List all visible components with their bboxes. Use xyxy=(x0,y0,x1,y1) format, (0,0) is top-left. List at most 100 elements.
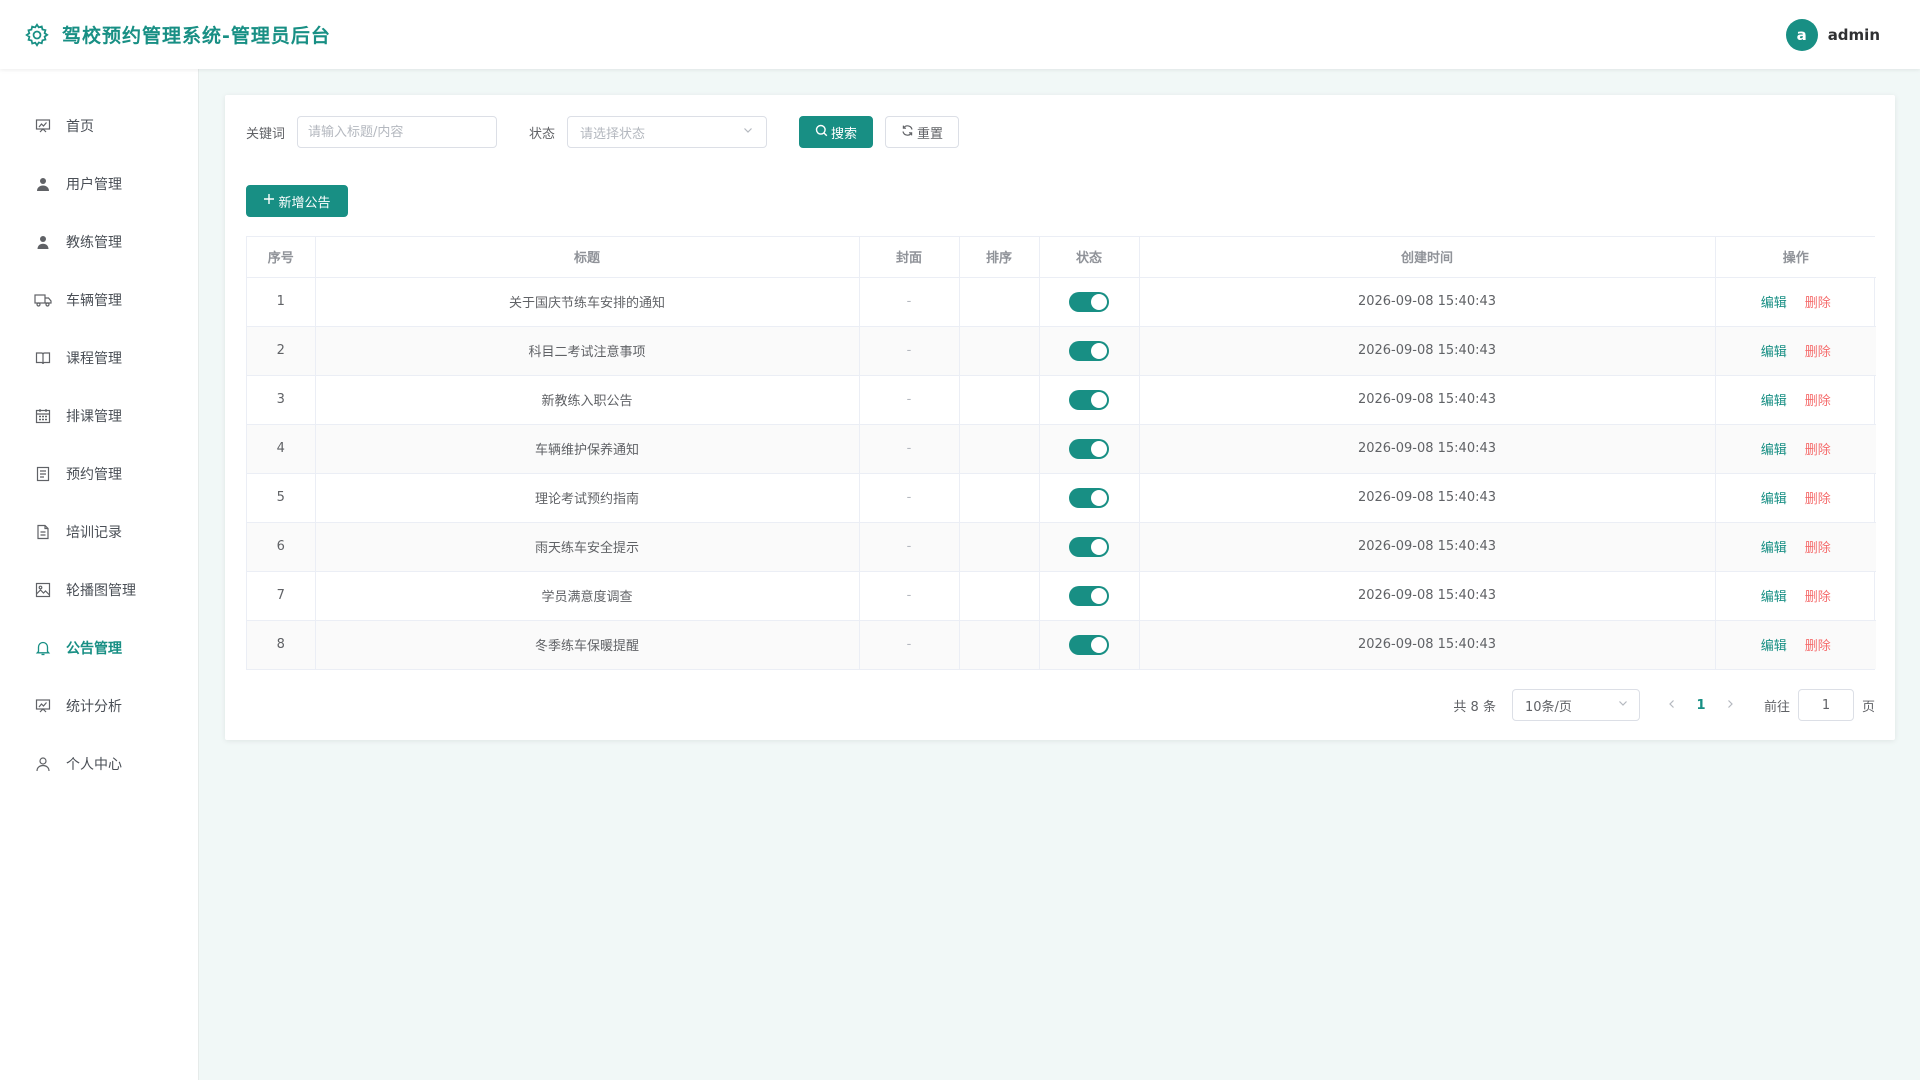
delete-link[interactable]: 删除 xyxy=(1805,639,1831,654)
goto-label: 前往 xyxy=(1763,699,1790,715)
sidebar-item-vehicles[interactable]: 车辆管理 xyxy=(0,271,198,329)
status-toggle[interactable] xyxy=(1069,438,1109,459)
edit-link[interactable]: 编辑 xyxy=(1761,639,1787,654)
book-icon xyxy=(34,349,52,367)
cell-status xyxy=(1039,424,1140,474)
cell-actions: 编辑 删除 xyxy=(1715,277,1876,327)
delete-link[interactable]: 删除 xyxy=(1805,492,1831,507)
delete-link[interactable]: 删除 xyxy=(1805,296,1831,311)
status-toggle[interactable] xyxy=(1069,389,1109,410)
delete-link[interactable]: 删除 xyxy=(1805,345,1831,360)
delete-link[interactable]: 删除 xyxy=(1805,443,1831,458)
user-menu[interactable]: a admin xyxy=(1785,18,1880,51)
cell-cover: - xyxy=(859,620,960,669)
top-header: 驾校预约管理系统-管理员后台 a admin xyxy=(0,0,1920,69)
sidebar-item-profile[interactable]: 个人中心 xyxy=(0,735,198,793)
sidebar-item-label: 车辆管理 xyxy=(66,293,122,309)
cell-actions: 编辑 删除 xyxy=(1715,375,1876,425)
edit-link[interactable]: 编辑 xyxy=(1761,590,1787,605)
gear-icon xyxy=(24,22,50,48)
sidebar-item-coaches[interactable]: 教练管理 xyxy=(0,213,198,271)
cell-created: 2026-09-08 15:40:43 xyxy=(1139,326,1716,376)
app-title: 驾校预约管理系统-管理员后台 xyxy=(62,25,331,47)
table-row: 5 理论考试预约指南 - 2026-09-08 15:40:43 编辑 删除 xyxy=(247,473,1876,523)
prev-page-button[interactable] xyxy=(1658,698,1686,713)
sidebar-item-courses[interactable]: 课程管理 xyxy=(0,329,198,387)
status-toggle[interactable] xyxy=(1069,340,1109,361)
delete-link[interactable]: 删除 xyxy=(1805,394,1831,409)
status-toggle[interactable] xyxy=(1069,291,1109,312)
cell-title: 冬季练车保暖提醒 xyxy=(315,620,860,669)
search-button-label: 搜索 xyxy=(831,126,858,142)
column-header-title: 标题 xyxy=(315,237,860,278)
next-page-button[interactable] xyxy=(1716,698,1744,713)
edit-link[interactable]: 编辑 xyxy=(1761,296,1787,311)
plus-icon xyxy=(263,193,275,209)
table-row: 3 新教练入职公告 - 2026-09-08 15:40:43 编辑 删除 xyxy=(247,375,1876,425)
cell-created: 2026-09-08 15:40:43 xyxy=(1139,424,1716,474)
search-button[interactable]: 搜索 xyxy=(799,116,874,148)
table-row: 2 科目二考试注意事项 - 2026-09-08 15:40:43 编辑 删除 xyxy=(247,326,1876,376)
notice-management-panel: 关键词 状态 请选择状态 搜索 重置 新增公告 xyxy=(225,95,1895,740)
sidebar-item-label: 课程管理 xyxy=(66,351,122,367)
sidebar-item-label: 个人中心 xyxy=(66,757,122,773)
sidebar-item-stats[interactable]: 统计分析 xyxy=(0,677,198,735)
reset-button[interactable]: 重置 xyxy=(885,116,960,148)
profile-icon xyxy=(34,755,52,773)
status-toggle[interactable] xyxy=(1069,487,1109,508)
page-suffix: 页 xyxy=(1861,699,1875,715)
add-notice-button[interactable]: 新增公告 xyxy=(246,185,348,217)
delete-link[interactable]: 删除 xyxy=(1805,590,1831,605)
sidebar-item-label: 首页 xyxy=(66,119,94,135)
table-row: 8 冬季练车保暖提醒 - 2026-09-08 15:40:43 编辑 删除 xyxy=(247,620,1876,669)
edit-link[interactable]: 编辑 xyxy=(1761,443,1787,458)
cell-index: 3 xyxy=(247,375,316,425)
page-size-select[interactable]: 10条/页 xyxy=(1511,689,1640,721)
edit-link[interactable]: 编辑 xyxy=(1761,394,1787,409)
username[interactable]: admin xyxy=(1828,26,1880,44)
sidebar-item-schedule[interactable]: 排课管理 xyxy=(0,387,198,445)
goto-page-input[interactable] xyxy=(1797,689,1854,721)
cell-status xyxy=(1039,277,1140,327)
chevron-down-icon xyxy=(1617,697,1629,713)
table-row: 6 雨天练车安全提示 - 2026-09-08 15:40:43 编辑 删除 xyxy=(247,522,1876,572)
sidebar-item-banners[interactable]: 轮播图管理 xyxy=(0,561,198,619)
delete-link[interactable]: 删除 xyxy=(1805,541,1831,556)
coach-icon xyxy=(34,233,52,251)
sidebar-item-training[interactable]: 培训记录 xyxy=(0,503,198,561)
keyword-input[interactable] xyxy=(297,116,498,148)
sidebar-item-users[interactable]: 用户管理 xyxy=(0,155,198,213)
status-toggle[interactable] xyxy=(1069,634,1109,655)
bell-icon xyxy=(34,639,52,657)
cell-cover: - xyxy=(859,326,960,376)
edit-link[interactable]: 编辑 xyxy=(1761,541,1787,556)
truck-icon xyxy=(34,291,52,309)
sidebar-item-label: 统计分析 xyxy=(66,699,122,715)
edit-link[interactable]: 编辑 xyxy=(1761,345,1787,360)
column-header-status: 状态 xyxy=(1039,237,1140,278)
cell-sort xyxy=(959,375,1040,425)
status-toggle[interactable] xyxy=(1069,536,1109,557)
search-form: 关键词 状态 请选择状态 搜索 重置 xyxy=(246,116,960,148)
sidebar-item-home[interactable]: 首页 xyxy=(0,97,198,155)
cell-actions: 编辑 删除 xyxy=(1715,571,1876,621)
sidebar-item-bookings[interactable]: 预约管理 xyxy=(0,445,198,503)
page-number-current[interactable]: 1 xyxy=(1686,698,1716,713)
cell-title: 关于国庆节练车安排的通知 xyxy=(315,277,860,327)
cell-index: 4 xyxy=(247,424,316,474)
chevron-down-icon xyxy=(742,124,754,140)
avatar[interactable]: a xyxy=(1785,18,1818,51)
sidebar-item-notices[interactable]: 公告管理 xyxy=(0,619,198,677)
cell-actions: 编辑 删除 xyxy=(1715,424,1876,474)
table-row: 4 车辆维护保养通知 - 2026-09-08 15:40:43 编辑 删除 xyxy=(247,424,1876,474)
cell-created: 2026-09-08 15:40:43 xyxy=(1139,277,1716,327)
status-select[interactable]: 请选择状态 xyxy=(567,116,768,148)
cell-cover: - xyxy=(859,473,960,523)
cell-index: 1 xyxy=(247,277,316,327)
edit-link[interactable]: 编辑 xyxy=(1761,492,1787,507)
status-toggle[interactable] xyxy=(1069,585,1109,606)
cell-status xyxy=(1039,375,1140,425)
cell-index: 8 xyxy=(247,620,316,669)
cell-actions: 编辑 删除 xyxy=(1715,473,1876,523)
page-size-value: 10条/页 xyxy=(1524,699,1572,715)
